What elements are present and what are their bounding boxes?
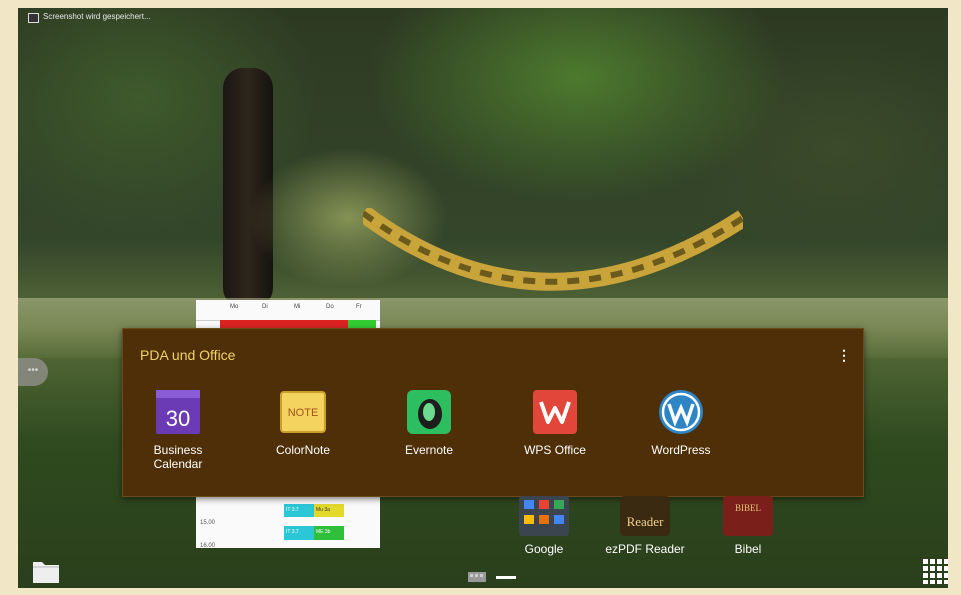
- business-calendar-icon: 30: [156, 390, 200, 434]
- calendar-day: Di: [262, 304, 268, 310]
- calendar-allday-bar: [220, 320, 348, 328]
- calendar-event[interactable]: Mu 3a: [314, 504, 344, 517]
- status-bar: Screenshot wird gespeichert...: [18, 8, 948, 28]
- app-label: Bibel: [734, 542, 762, 556]
- status-notification-text: Screenshot wird gespeichert...: [43, 12, 151, 21]
- wps-office-icon: [533, 390, 577, 434]
- calendar-allday-bar-today: [348, 320, 376, 328]
- dock-app-bibel[interactable]: BIBEL Bibel: [703, 496, 793, 556]
- calendar-day: Do: [326, 304, 334, 310]
- app-evernote[interactable]: Evernote: [379, 388, 479, 457]
- app-label: Business Calendar: [153, 443, 203, 471]
- app-label: Google: [524, 542, 564, 556]
- app-label: ezPDF Reader: [605, 542, 685, 556]
- calendar-time: 16.00: [200, 543, 216, 549]
- bibel-icon: BIBEL: [723, 496, 773, 536]
- app-drawer-icon[interactable]: [922, 558, 948, 584]
- wallpaper-hammock: [363, 208, 743, 291]
- app-label: Evernote: [404, 443, 454, 457]
- home-page-icon: [468, 572, 516, 582]
- calendar-header: Mo Di Mi Do Fr: [196, 300, 380, 321]
- folder-title[interactable]: PDA und Office: [140, 347, 235, 363]
- svg-text:30: 30: [166, 406, 190, 431]
- folder-icon[interactable]: [32, 558, 60, 584]
- side-panel-handle[interactable]: •••: [18, 358, 48, 386]
- calendar-event[interactable]: IT 3.7: [284, 504, 314, 517]
- wordpress-icon: [659, 390, 703, 434]
- app-wordpress[interactable]: WordPress: [631, 388, 731, 457]
- ezpdf-reader-icon: Reader: [620, 496, 670, 536]
- calendar-day: Fr: [356, 304, 362, 310]
- svg-text:NOTE: NOTE: [288, 407, 319, 419]
- app-colornote[interactable]: NOTE ColorNote: [253, 388, 353, 457]
- calendar-day: Mi: [294, 304, 301, 310]
- calendar-event[interactable]: IT 3.7: [284, 526, 314, 540]
- page-indicator[interactable]: [468, 570, 522, 588]
- dock-app-ezpdf-reader[interactable]: Reader ezPDF Reader: [600, 496, 690, 556]
- calendar-event[interactable]: ME 3b: [314, 526, 344, 540]
- overflow-menu-icon[interactable]: ⋮: [837, 346, 851, 364]
- evernote-icon: [407, 390, 451, 434]
- colornote-icon: NOTE: [280, 391, 326, 433]
- app-business-calendar[interactable]: 30 Business Calendar: [128, 388, 228, 471]
- app-folder-popup: PDA und Office ⋮ 30 Business Calendar NO…: [122, 328, 864, 497]
- svg-text:BIBEL: BIBEL: [735, 503, 761, 513]
- svg-text:Reader: Reader: [627, 514, 664, 529]
- app-label: WPS Office: [524, 443, 586, 457]
- google-folder-icon: [519, 496, 569, 536]
- calendar-time: 15.00: [200, 520, 216, 526]
- app-wps-office[interactable]: WPS Office: [505, 388, 605, 457]
- screenshot-icon: [28, 13, 39, 23]
- calendar-day: Mo: [230, 304, 239, 310]
- app-label: WordPress: [651, 443, 711, 457]
- dock-app-google[interactable]: Google: [499, 496, 589, 556]
- app-label: ColorNote: [275, 443, 331, 457]
- home-screen: Screenshot wird gespeichert... ••• Mo Di…: [18, 8, 948, 588]
